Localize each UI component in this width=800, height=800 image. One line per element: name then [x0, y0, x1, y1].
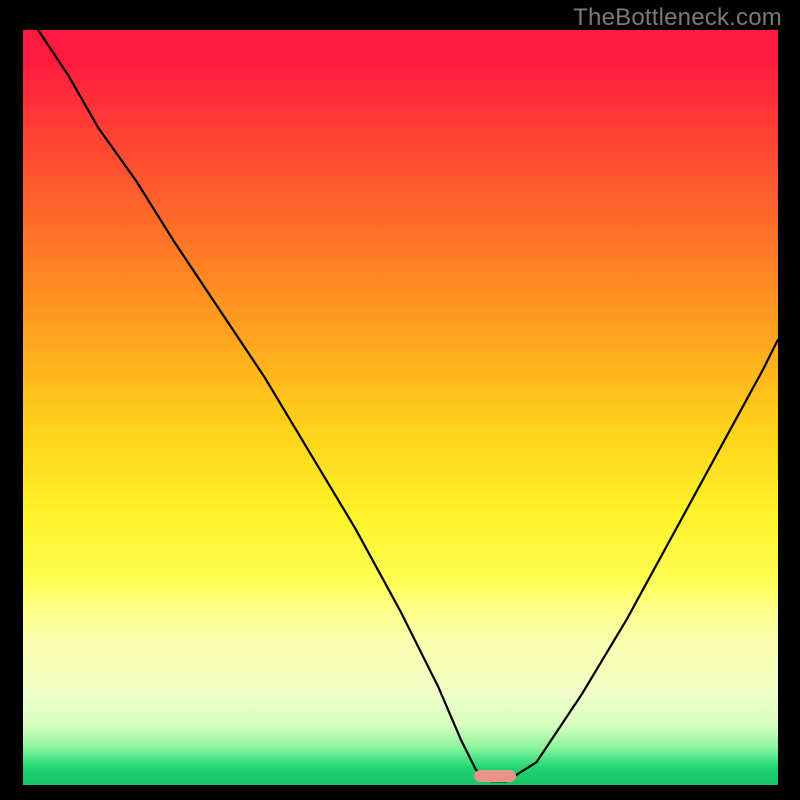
- curve-svg: [23, 30, 778, 785]
- watermark-text: TheBottleneck.com: [573, 4, 782, 32]
- bottleneck-curve: [38, 30, 778, 781]
- plot-area: [23, 30, 778, 785]
- optimum-marker: [474, 770, 516, 782]
- figure-frame: TheBottleneck.com: [0, 0, 800, 800]
